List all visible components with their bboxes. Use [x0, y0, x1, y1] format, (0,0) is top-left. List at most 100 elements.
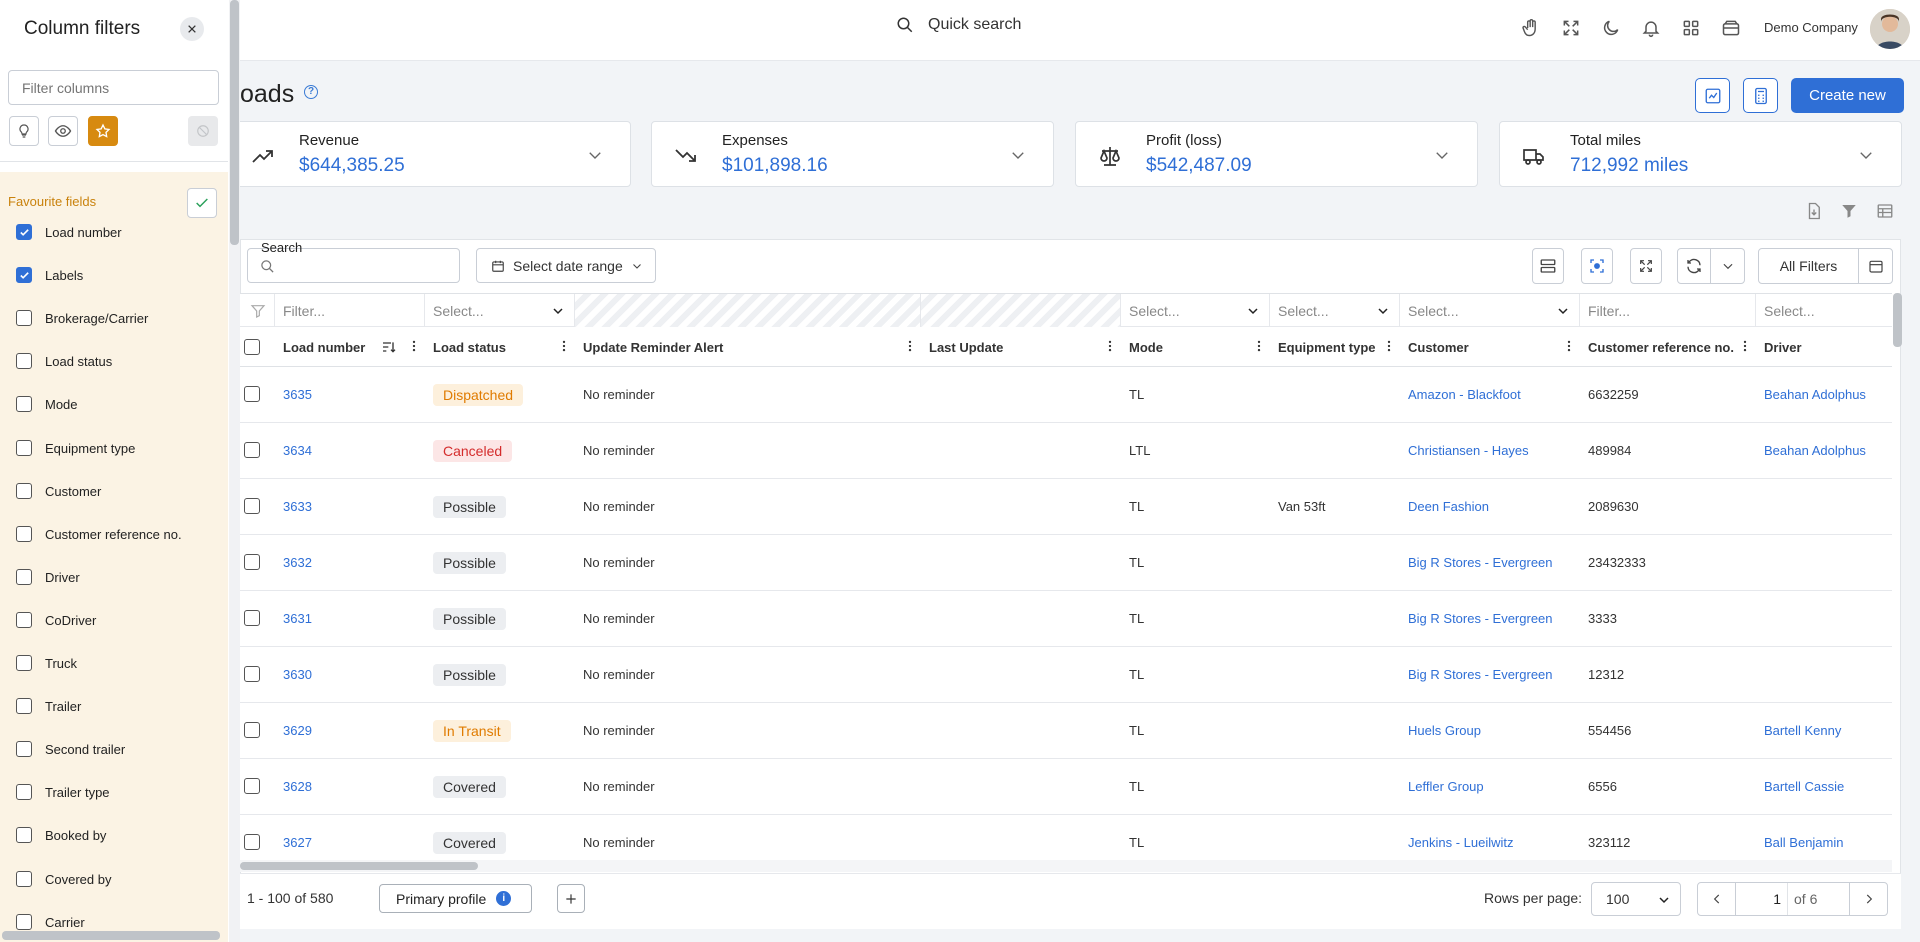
- table-layout-icon[interactable]: [1876, 202, 1894, 220]
- add-profile-button[interactable]: [557, 884, 585, 913]
- column-menu-icon[interactable]: [407, 339, 421, 353]
- customer-link[interactable]: Deen Fashion: [1408, 499, 1489, 514]
- column-header[interactable]: Last Update: [921, 327, 1121, 367]
- checkbox[interactable]: [16, 310, 32, 326]
- load-number-link[interactable]: 3627: [283, 835, 312, 850]
- checkbox[interactable]: [16, 483, 32, 499]
- table-row[interactable]: 3628 Covered No reminder TL Leffler Group 655…: [240, 759, 1892, 815]
- refresh-menu-button[interactable]: [1710, 248, 1745, 284]
- row-checkbox[interactable]: [244, 554, 260, 570]
- profile-button[interactable]: Primary profile i: [379, 884, 532, 913]
- chart-view-button[interactable]: [1695, 78, 1730, 113]
- select-all-checkbox[interactable]: [244, 339, 260, 355]
- column-menu-icon[interactable]: [557, 339, 571, 353]
- customer-link[interactable]: Huels Group: [1408, 723, 1481, 738]
- previous-page-button[interactable]: [1698, 883, 1736, 915]
- driver-link[interactable]: Ball Benjamin: [1764, 835, 1844, 850]
- checkbox[interactable]: [16, 827, 32, 843]
- fullscreen-icon[interactable]: [1558, 15, 1584, 41]
- load-number-link[interactable]: 3630: [283, 667, 312, 682]
- revenue-card[interactable]: Revenue $644,385.25: [228, 121, 631, 187]
- field-item[interactable]: Customer: [16, 481, 101, 501]
- load-number-link[interactable]: 3632: [283, 555, 312, 570]
- table-row[interactable]: 3631 Possible No reminder TL Big R Stores - …: [240, 591, 1892, 647]
- expand-button[interactable]: [1630, 248, 1662, 284]
- field-item[interactable]: Labels: [16, 265, 83, 285]
- row-checkbox[interactable]: [244, 610, 260, 626]
- checkbox[interactable]: [16, 784, 32, 800]
- checkbox-checked[interactable]: [16, 267, 32, 283]
- field-item[interactable]: Load status: [16, 351, 112, 371]
- table-row[interactable]: 3634 Canceled No reminder LTL Christiansen -…: [240, 423, 1892, 479]
- sort-icon[interactable]: [381, 339, 397, 355]
- checkbox[interactable]: [16, 396, 32, 412]
- row-checkbox[interactable]: [244, 666, 260, 682]
- check-icon[interactable]: [187, 188, 217, 218]
- checkbox[interactable]: [16, 569, 32, 585]
- field-item[interactable]: Equipment type: [16, 438, 135, 458]
- page-number-input[interactable]: 1: [1736, 883, 1788, 915]
- column-menu-icon[interactable]: [1562, 339, 1576, 353]
- row-checkbox[interactable]: [244, 722, 260, 738]
- row-checkbox[interactable]: [244, 442, 260, 458]
- checkbox[interactable]: [16, 871, 32, 887]
- chevron-down-icon[interactable]: [1857, 146, 1875, 164]
- filter-icon[interactable]: [1840, 202, 1858, 220]
- column-header[interactable]: Equipment type: [1270, 327, 1400, 367]
- refresh-button[interactable]: [1677, 248, 1711, 284]
- table-vertical-scrollbar[interactable]: [1893, 293, 1902, 347]
- export-icon[interactable]: [1805, 202, 1823, 220]
- customer-link[interactable]: Big R Stores - Evergreen: [1408, 555, 1553, 570]
- calculator-button[interactable]: [1743, 78, 1778, 113]
- load-number-link[interactable]: 3631: [283, 611, 312, 626]
- driver-filter[interactable]: Select...: [1756, 294, 1892, 327]
- wallet-icon[interactable]: [1718, 15, 1744, 41]
- chevron-down-icon[interactable]: [1433, 146, 1451, 164]
- density-button[interactable]: [1532, 248, 1564, 284]
- field-item[interactable]: Mode: [16, 394, 78, 414]
- total-miles-card[interactable]: Total miles 712,992 miles: [1499, 121, 1902, 187]
- close-icon[interactable]: [180, 17, 204, 41]
- mode-filter[interactable]: Select...: [1121, 294, 1270, 327]
- panel-horizontal-scrollbar[interactable]: [2, 931, 220, 940]
- table-row[interactable]: 3633 Possible No reminder TL Van 53ft Deen Fa…: [240, 479, 1892, 535]
- customer-link[interactable]: Big R Stores - Evergreen: [1408, 667, 1553, 682]
- table-row[interactable]: 3632 Possible No reminder TL Big R Stores - …: [240, 535, 1892, 591]
- checkbox[interactable]: [16, 914, 32, 930]
- customer-link[interactable]: Big R Stores - Evergreen: [1408, 611, 1553, 626]
- company-name[interactable]: Demo Company: [1764, 20, 1858, 35]
- row-checkbox[interactable]: [244, 498, 260, 514]
- bell-icon[interactable]: [1638, 15, 1664, 41]
- load-number-link[interactable]: 3633: [283, 499, 312, 514]
- customer-link[interactable]: Amazon - Blackfoot: [1408, 387, 1521, 402]
- checkbox[interactable]: [16, 612, 32, 628]
- apps-grid-icon[interactable]: [1678, 15, 1704, 41]
- load-number-link[interactable]: 3629: [283, 723, 312, 738]
- column-menu-icon[interactable]: [903, 339, 917, 353]
- load-number-link[interactable]: 3628: [283, 779, 312, 794]
- customer-link[interactable]: Leffler Group: [1408, 779, 1484, 794]
- filter-columns-input[interactable]: [8, 70, 219, 105]
- load-number-link[interactable]: 3635: [283, 387, 312, 402]
- calendar-view-button[interactable]: [1858, 248, 1893, 284]
- table-row[interactable]: 3629 In Transit No reminder TL Huels Group 55…: [240, 703, 1892, 759]
- row-checkbox[interactable]: [244, 834, 260, 850]
- field-item[interactable]: Second trailer: [16, 739, 125, 759]
- create-new-button[interactable]: Create new: [1791, 78, 1904, 113]
- customer-link[interactable]: Jenkins - Lueilwitz: [1408, 835, 1514, 850]
- column-header[interactable]: Load number: [275, 327, 425, 367]
- field-item[interactable]: Customer reference no.: [16, 524, 182, 544]
- checkbox-checked[interactable]: [16, 224, 32, 240]
- customer-link[interactable]: Christiansen - Hayes: [1408, 443, 1529, 458]
- equipment-filter[interactable]: Select...: [1270, 294, 1400, 327]
- field-item[interactable]: Driver: [16, 567, 80, 587]
- panel-vertical-scrollbar[interactable]: [230, 0, 239, 245]
- focus-button[interactable]: [1581, 248, 1613, 284]
- field-item[interactable]: Truck: [16, 653, 77, 673]
- checkbox[interactable]: [16, 353, 32, 369]
- row-checkbox[interactable]: [244, 778, 260, 794]
- field-item[interactable]: Brokerage/Carrier: [16, 308, 148, 328]
- row-checkbox[interactable]: [244, 386, 260, 402]
- chevron-down-icon[interactable]: [586, 146, 604, 164]
- load-number-filter[interactable]: Filter...: [275, 294, 425, 327]
